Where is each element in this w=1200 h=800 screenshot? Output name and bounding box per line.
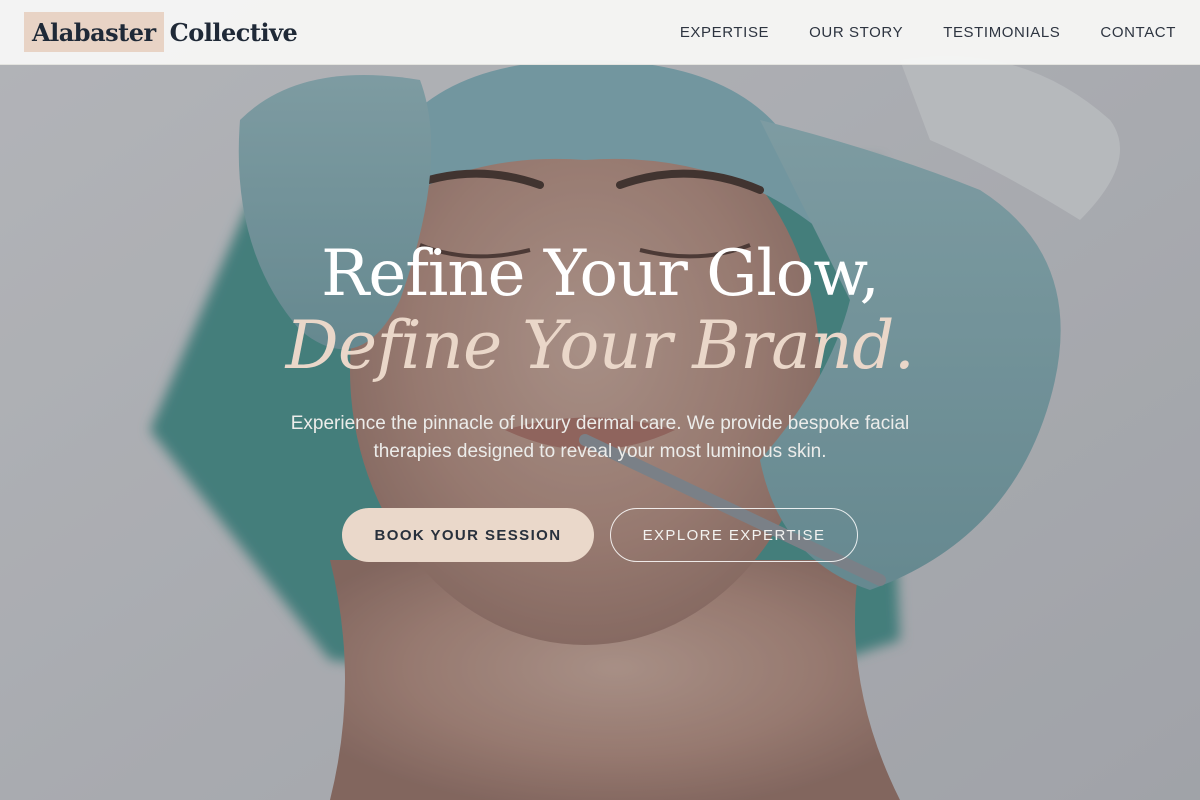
hero-subtext: Experience the pinnacle of luxury dermal… [290, 413, 910, 462]
site-header: Alabaster Collective EXPERTISE OUR STORY… [0, 0, 1200, 65]
explore-expertise-button[interactable]: EXPLORE EXPERTISE [610, 508, 858, 562]
logo-text: Collective [169, 17, 298, 47]
main-nav: EXPERTISE OUR STORY TESTIMONIALS CONTACT [640, 0, 1176, 64]
brand-logo[interactable]: Alabaster Collective [24, 12, 298, 52]
hero-headline: Refine Your Glow, Define Your Brand. [0, 238, 1200, 382]
headline-line-1: Refine Your Glow, [321, 237, 880, 311]
logo-highlight-text: Alabaster [24, 12, 164, 52]
headline-line-2: Define Your Brand. [285, 307, 915, 384]
book-session-button[interactable]: BOOK YOUR SESSION [342, 508, 594, 562]
hero-section: Refine Your Glow, Define Your Brand. Exp… [0, 238, 1200, 562]
landing-page: Alabaster Collective EXPERTISE OUR STORY… [0, 0, 1200, 800]
nav-link-testimonials[interactable]: TESTIMONIALS [943, 24, 1060, 41]
nav-link-expertise[interactable]: EXPERTISE [680, 24, 769, 41]
nav-link-our-story[interactable]: OUR STORY [809, 24, 903, 41]
nav-link-contact[interactable]: CONTACT [1100, 24, 1176, 41]
cta-group: BOOK YOUR SESSION EXPLORE EXPERTISE [0, 508, 1200, 562]
